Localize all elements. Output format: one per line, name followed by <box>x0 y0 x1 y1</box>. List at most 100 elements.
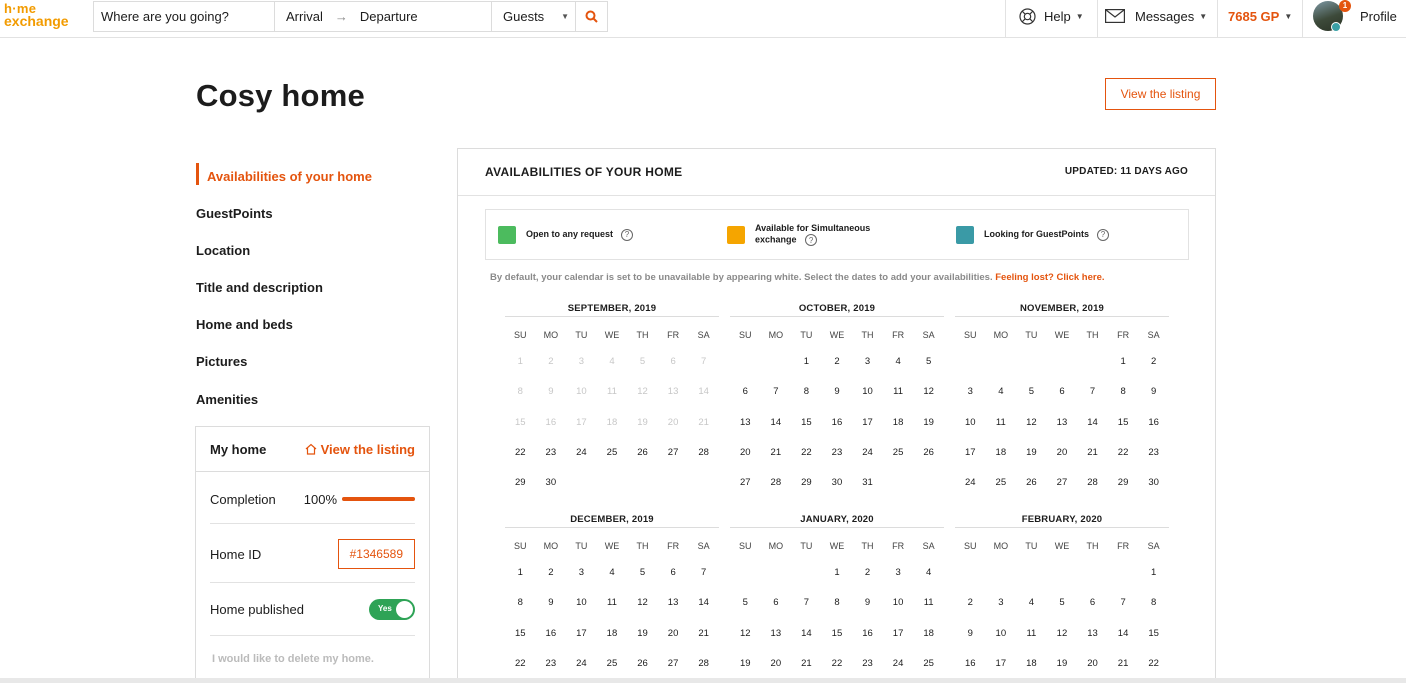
calendar-day[interactable]: 15 <box>1138 619 1169 649</box>
calendar-day[interactable]: 11 <box>597 588 628 618</box>
calendar-day[interactable]: 26 <box>1016 468 1047 498</box>
calendar-day[interactable]: 16 <box>852 619 883 649</box>
calendar-day[interactable]: 26 <box>627 649 658 679</box>
calendar-day[interactable]: 18 <box>1016 649 1047 679</box>
calendar-day[interactable]: 28 <box>1077 468 1108 498</box>
calendar-day[interactable]: 14 <box>1108 619 1139 649</box>
calendar-day[interactable]: 21 <box>688 619 719 649</box>
calendar-day[interactable]: 31 <box>852 468 883 498</box>
calendar-day[interactable]: 29 <box>505 468 536 498</box>
calendar-day[interactable]: 15 <box>822 619 853 649</box>
calendar-day[interactable]: 7 <box>1108 588 1139 618</box>
sidebar-item-location[interactable]: Location <box>196 243 250 258</box>
calendar-day[interactable]: 3 <box>955 377 986 407</box>
calendar-day[interactable]: 20 <box>658 619 689 649</box>
calendar-day[interactable]: 17 <box>986 649 1017 679</box>
calendar-day[interactable]: 4 <box>913 558 944 588</box>
search-button[interactable] <box>576 2 607 31</box>
calendar-day[interactable]: 22 <box>822 649 853 679</box>
card-view-listing-link[interactable]: View the listing <box>305 442 415 457</box>
calendar-day[interactable]: 23 <box>1138 438 1169 468</box>
calendar-day[interactable]: 21 <box>1108 649 1139 679</box>
calendar-day[interactable]: 8 <box>1138 588 1169 618</box>
view-listing-button[interactable]: View the listing <box>1105 78 1216 110</box>
calendar-day[interactable]: 24 <box>566 438 597 468</box>
calendar-day[interactable]: 28 <box>761 468 792 498</box>
calendar-day[interactable]: 30 <box>536 468 567 498</box>
sidebar-item-home-beds[interactable]: Home and beds <box>196 317 293 332</box>
calendar-day[interactable]: 10 <box>566 588 597 618</box>
sidebar-item-pictures[interactable]: Pictures <box>196 354 247 369</box>
calendar-day[interactable]: 25 <box>986 468 1017 498</box>
calendar-day[interactable]: 30 <box>822 468 853 498</box>
calendar-day[interactable]: 24 <box>883 649 914 679</box>
calendar-day[interactable]: 4 <box>597 558 628 588</box>
calendar-day[interactable]: 16 <box>955 649 986 679</box>
calendar-day[interactable]: 22 <box>1138 649 1169 679</box>
arrival-field[interactable]: Arrival <box>286 9 323 24</box>
sidebar-item-guestpoints[interactable]: GuestPoints <box>196 206 273 221</box>
calendar-day[interactable]: 14 <box>688 588 719 618</box>
calendar-day[interactable]: 3 <box>986 588 1017 618</box>
calendar-day[interactable]: 17 <box>566 619 597 649</box>
calendar-day[interactable]: 13 <box>1077 619 1108 649</box>
calendar-day[interactable]: 10 <box>955 408 986 438</box>
calendar-day[interactable]: 2 <box>1138 347 1169 377</box>
help-icon[interactable]: ? <box>621 228 634 241</box>
calendar-day[interactable]: 20 <box>1047 438 1078 468</box>
calendar-day[interactable]: 9 <box>955 619 986 649</box>
calendar-day[interactable]: 6 <box>730 377 761 407</box>
calendar-day[interactable]: 1 <box>791 347 822 377</box>
calendar-day[interactable]: 24 <box>566 649 597 679</box>
calendar-day[interactable]: 7 <box>791 588 822 618</box>
calendar-day[interactable]: 22 <box>505 438 536 468</box>
calendar-day[interactable]: 27 <box>658 649 689 679</box>
calendar-day[interactable]: 27 <box>730 468 761 498</box>
help-icon[interactable]: ? <box>805 234 818 246</box>
calendar-day[interactable]: 9 <box>536 588 567 618</box>
calendar-day[interactable]: 21 <box>1077 438 1108 468</box>
guests-select[interactable]: Guests ▼ <box>492 2 576 31</box>
calendar-day[interactable]: 2 <box>822 347 853 377</box>
calendar-day[interactable]: 17 <box>883 619 914 649</box>
calendar-day[interactable]: 18 <box>913 619 944 649</box>
calendar-day[interactable]: 16 <box>536 619 567 649</box>
calendar-day[interactable]: 4 <box>986 377 1017 407</box>
calendar-day[interactable]: 23 <box>536 438 567 468</box>
calendar-day[interactable]: 25 <box>597 649 628 679</box>
homeexchange-logo[interactable]: h·me exchange <box>4 2 82 33</box>
calendar-day[interactable]: 11 <box>883 377 914 407</box>
calendar-day[interactable]: 15 <box>791 408 822 438</box>
calendar-day[interactable]: 22 <box>505 649 536 679</box>
calendar-day[interactable]: 5 <box>1047 588 1078 618</box>
calendar-day[interactable]: 9 <box>1138 377 1169 407</box>
calendar-day[interactable]: 15 <box>505 619 536 649</box>
calendar-day[interactable]: 21 <box>761 438 792 468</box>
calendar-day[interactable]: 23 <box>852 649 883 679</box>
calendar-day[interactable]: 1 <box>822 558 853 588</box>
calendar-day[interactable]: 2 <box>852 558 883 588</box>
sidebar-item-availabilities[interactable]: Availabilities of your home <box>207 169 372 184</box>
calendar-day[interactable]: 8 <box>1108 377 1139 407</box>
calendar-day[interactable]: 13 <box>761 619 792 649</box>
calendar-day[interactable]: 14 <box>1077 408 1108 438</box>
calendar-day[interactable]: 2 <box>955 588 986 618</box>
calendar-day[interactable]: 22 <box>791 438 822 468</box>
calendar-day[interactable]: 4 <box>1016 588 1047 618</box>
calendar-day[interactable]: 11 <box>1016 619 1047 649</box>
calendar-day[interactable]: 9 <box>852 588 883 618</box>
calendar-day[interactable]: 25 <box>913 649 944 679</box>
calendar-day[interactable]: 13 <box>658 588 689 618</box>
calendar-day[interactable]: 23 <box>822 438 853 468</box>
calendar-day[interactable]: 12 <box>913 377 944 407</box>
calendar-day[interactable]: 17 <box>955 438 986 468</box>
calendar-day[interactable]: 6 <box>1077 588 1108 618</box>
calendar-day[interactable]: 7 <box>761 377 792 407</box>
calendar-day[interactable]: 4 <box>883 347 914 377</box>
calendar-day[interactable]: 1 <box>1108 347 1139 377</box>
calendar-day[interactable]: 27 <box>658 438 689 468</box>
calendar-day[interactable]: 14 <box>761 408 792 438</box>
calendar-day[interactable]: 8 <box>505 588 536 618</box>
calendar-day[interactable]: 23 <box>536 649 567 679</box>
calendar-day[interactable]: 10 <box>883 588 914 618</box>
